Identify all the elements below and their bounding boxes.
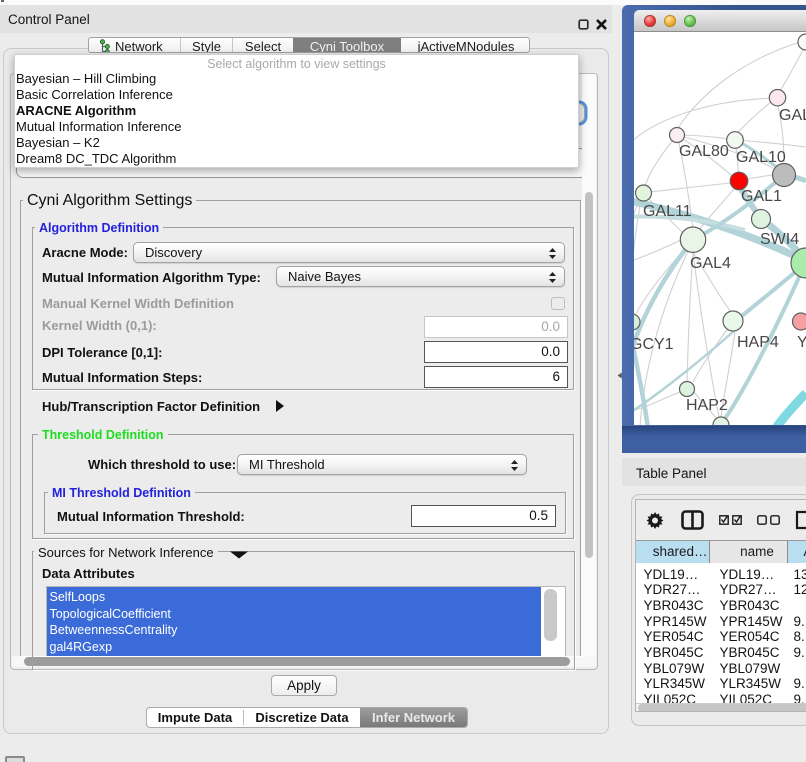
svg-text:GAL4: GAL4 <box>690 255 731 272</box>
svg-text:SWI4: SWI4 <box>760 231 799 248</box>
svg-text:GAL: GAL <box>779 107 806 124</box>
svg-text:GAL1: GAL1 <box>741 188 782 205</box>
svg-text:GAL11: GAL11 <box>643 203 692 220</box>
svg-text:HAP4: HAP4 <box>737 334 779 351</box>
svg-text:GAL10: GAL10 <box>736 149 786 166</box>
svg-text:Y: Y <box>797 334 806 351</box>
svg-text:GAL80: GAL80 <box>679 143 729 160</box>
svg-text:HAP2: HAP2 <box>686 397 728 414</box>
svg-text:GCY1: GCY1 <box>634 336 674 353</box>
